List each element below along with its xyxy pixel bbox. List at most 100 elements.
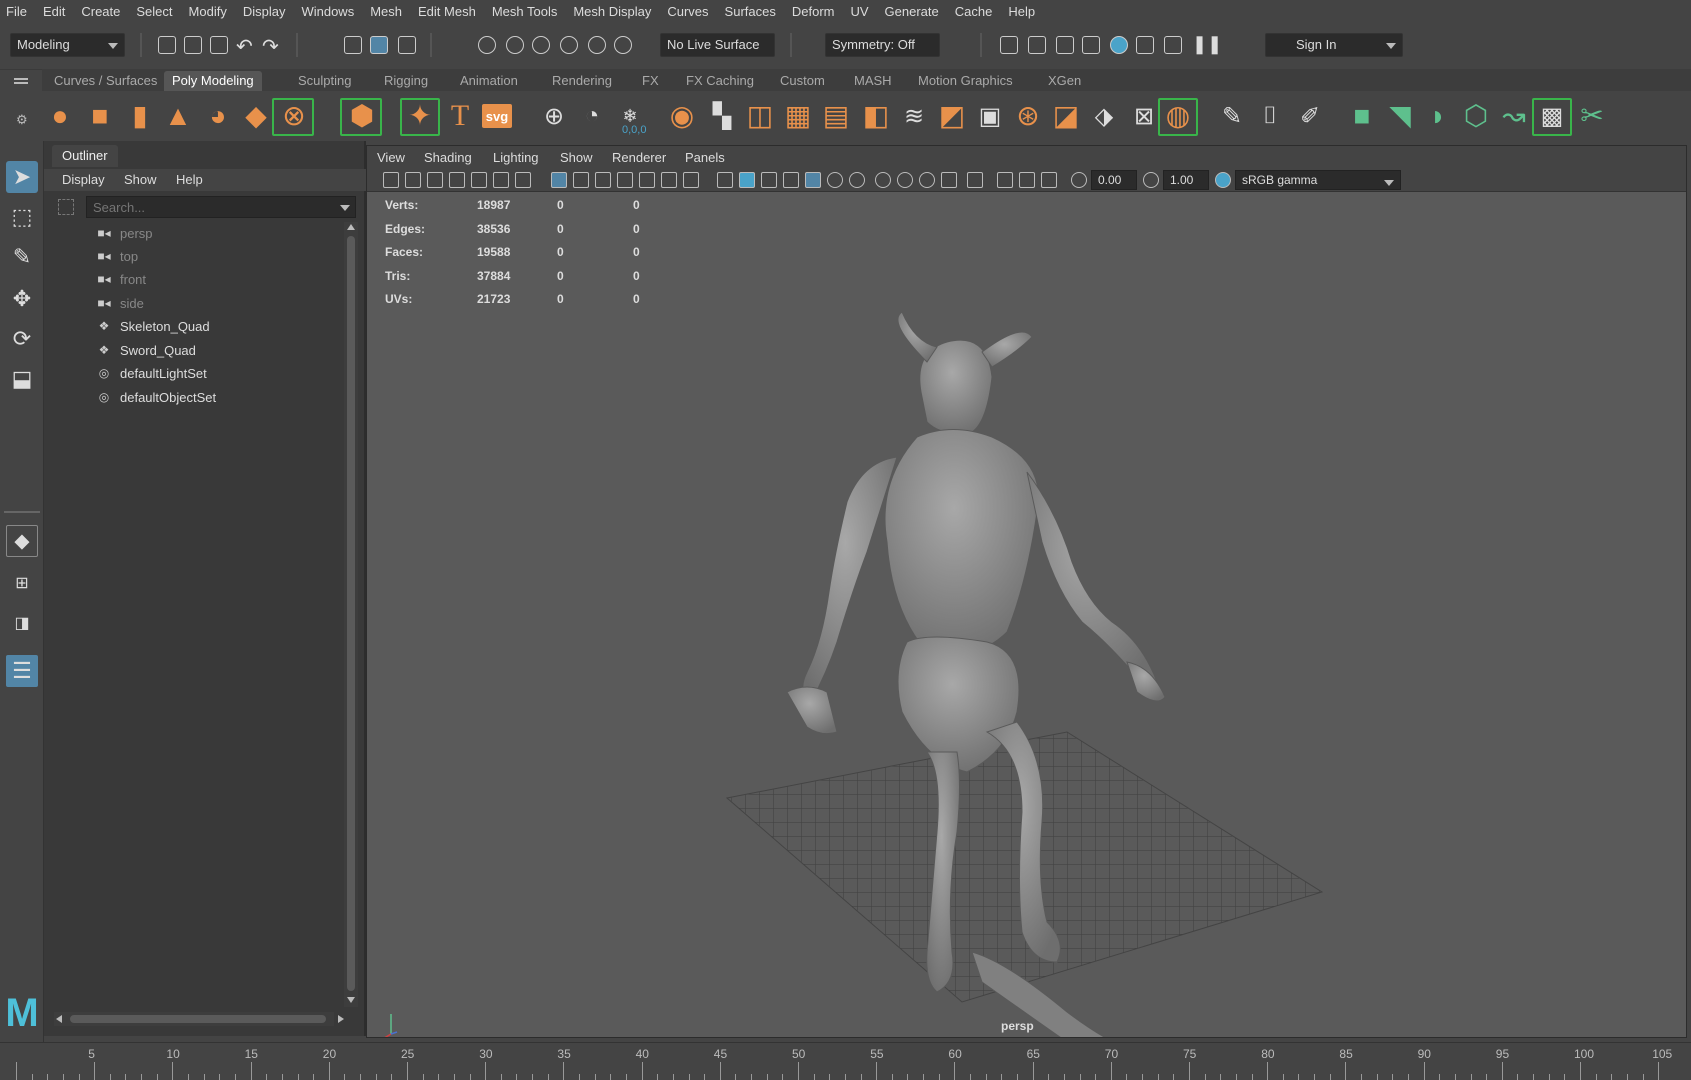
menu-curves[interactable]: Curves [667,4,708,19]
outliner-item-default-object-set[interactable]: ◎ defaultObjectSet [96,386,216,408]
transform-reset-icon[interactable]: ◔ [576,100,608,132]
camera-attributes-icon[interactable] [405,172,421,188]
filter-icon[interactable] [58,199,74,215]
render-settings-icon[interactable] [1082,36,1100,54]
menu-help[interactable]: Help [1008,4,1035,19]
xray-icon[interactable] [997,172,1013,188]
spherical-mapping-icon[interactable]: ◗ [1422,100,1454,132]
select-component-icon[interactable] [398,36,416,54]
menu-surfaces[interactable]: Surfaces [725,4,776,19]
safe-title-icon[interactable] [683,172,699,188]
shelf-menu-icon[interactable] [14,78,28,80]
shelf-tab-mash[interactable]: MASH [846,71,900,91]
outliner-item-side[interactable]: ■◂ side [96,292,144,314]
select-object-icon[interactable] [370,36,388,54]
uv-editor-icon[interactable]: ↝ [1498,100,1530,132]
bevel-icon[interactable]: ◩ [936,100,968,132]
grid-toggle-icon[interactable] [551,172,567,188]
poly-disc-icon[interactable]: ⊗ [278,100,310,132]
sign-in-button[interactable]: Sign In [1265,33,1403,57]
snap-view-icon[interactable] [560,36,578,54]
menu-windows[interactable]: Windows [301,4,354,19]
isolate-select-icon[interactable] [967,172,983,188]
menu-modify[interactable]: Modify [189,4,227,19]
viewport-menu-view[interactable]: View [377,150,405,165]
mirror-icon[interactable]: ◫ [744,100,776,132]
fill-hole-icon[interactable]: ⊛ [1012,100,1044,132]
color-management-icon[interactable] [1215,172,1231,188]
checker-map-icon[interactable]: ▩ [1536,100,1568,132]
gamma-field[interactable]: 1.00 [1163,170,1209,190]
outliner-item-front[interactable]: ■◂ front [96,268,146,290]
redo-icon[interactable]: ↷ [262,34,279,59]
hypershade-icon[interactable] [1110,36,1128,54]
menu-mesh[interactable]: Mesh [370,4,402,19]
scroll-left-icon[interactable] [56,1015,62,1023]
render-view-icon[interactable] [1000,36,1018,54]
menu-deform[interactable]: Deform [792,4,835,19]
super-shape-icon[interactable]: ✦ [404,100,436,132]
four-view-icon[interactable]: ⊞ [6,567,38,599]
scale-tool-icon[interactable]: ⬓ [6,363,38,395]
outliner-horizontal-scrollbar[interactable] [54,1012,344,1026]
perspective-viewport[interactable]: View Shading Lighting Show Renderer Pane… [366,145,1687,1038]
2d-pan-zoom-icon[interactable] [493,172,509,188]
offset-edge-loop-icon[interactable]: ✐ [1294,100,1326,132]
outliner-item-persp[interactable]: ■◂ persp [96,222,152,244]
menu-select[interactable]: Select [136,4,172,19]
svg-tool-icon[interactable]: svg [482,104,512,128]
light-editor-icon[interactable] [1164,36,1182,54]
menu-display[interactable]: Display [243,4,286,19]
menu-mesh-display[interactable]: Mesh Display [573,4,651,19]
poly-sphere-icon[interactable]: ● [44,100,76,132]
poly-cube-icon[interactable]: ■ [84,100,116,132]
insert-edge-loop-icon[interactable]: ⌷ [1254,100,1286,132]
shelf-tab-animation[interactable]: Animation [452,71,526,91]
reduce-icon[interactable]: ▤ [820,100,852,132]
outliner-menu-display[interactable]: Display [62,172,105,187]
xray-active-components-icon[interactable] [1019,172,1035,188]
shelf-tab-poly-modeling[interactable]: Poly Modeling [164,71,262,91]
anti-aliasing-icon[interactable] [919,172,935,188]
bookmark-icon[interactable] [449,172,465,188]
render-setup-icon[interactable] [1136,36,1154,54]
shadows-icon[interactable] [849,172,865,188]
shelf-tab-rendering[interactable]: Rendering [544,71,620,91]
menu-create[interactable]: Create [81,4,120,19]
merge-icon[interactable]: ⬗ [1088,100,1120,132]
mode-selector[interactable]: Modeling [10,33,125,57]
outliner-item-top[interactable]: ■◂ top [96,245,138,267]
select-tool-icon[interactable]: ➤ [6,161,38,193]
single-perspective-view-icon[interactable]: ⬥ [6,525,38,557]
lasso-tool-icon[interactable]: ⬚ [6,201,38,233]
target-weld-icon[interactable]: ⊠ [1128,100,1160,132]
smooth-shade-icon[interactable] [739,172,755,188]
shelf-tab-fx[interactable]: FX [634,71,667,91]
poly-cone-icon[interactable]: ▲ [162,100,194,132]
shelf-tab-sculpting[interactable]: Sculpting [290,71,359,91]
depth-of-field-icon[interactable] [941,172,957,188]
combine-icon[interactable]: ◉ [666,100,698,132]
viewport-menu-renderer[interactable]: Renderer [612,150,666,165]
viewport-menu-show[interactable]: Show [560,150,593,165]
outliner-item-default-light-set[interactable]: ◎ defaultLightSet [96,362,207,384]
safe-action-icon[interactable] [661,172,677,188]
camera-lock-icon[interactable] [427,172,443,188]
planar-mapping-icon[interactable]: ■ [1346,100,1378,132]
scroll-down-icon[interactable] [347,997,355,1003]
separate-icon[interactable]: ▚ [706,100,738,132]
poly-plane-icon[interactable]: ◆ [240,100,272,132]
outliner-item-sword-quad[interactable]: ❖ Sword_Quad [96,339,196,361]
select-hierarchy-icon[interactable] [344,36,362,54]
scroll-right-icon[interactable] [338,1015,344,1023]
snap-live-icon[interactable] [614,36,632,54]
open-scene-icon[interactable] [184,36,202,54]
multi-cut-icon[interactable]: ✎ [1216,100,1248,132]
viewport-menu-panels[interactable]: Panels [685,150,725,165]
render-frame-icon[interactable] [1028,36,1046,54]
resolution-gate-icon[interactable] [595,172,611,188]
menu-edit-mesh[interactable]: Edit Mesh [418,4,476,19]
snap-point-icon[interactable] [532,36,550,54]
wireframe-on-shaded-icon[interactable] [783,172,799,188]
shelf-tab-fx-caching[interactable]: FX Caching [678,71,762,91]
